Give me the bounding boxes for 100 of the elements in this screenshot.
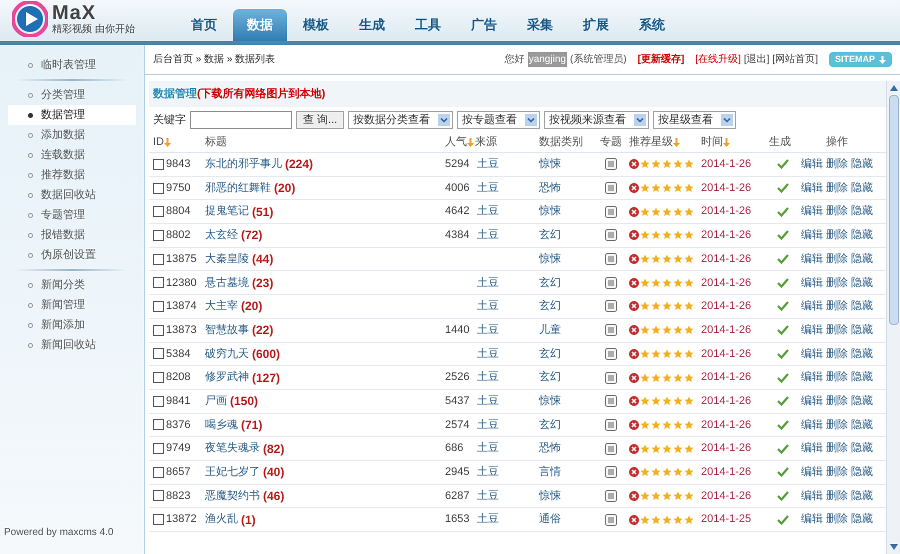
star-rating[interactable] [640, 325, 694, 336]
nav-tab[interactable]: 扩展 [569, 9, 623, 41]
clear-rating-icon[interactable] [629, 183, 639, 194]
row-checkbox[interactable] [153, 348, 164, 360]
action-link[interactable]: 编辑 [801, 369, 823, 386]
document-icon[interactable] [605, 372, 617, 384]
action-link[interactable]: 隐藏 [851, 322, 873, 338]
clear-rating-icon[interactable] [629, 420, 639, 430]
row-checkbox[interactable] [153, 206, 164, 218]
star-rating[interactable] [640, 206, 694, 217]
action-link[interactable]: 编辑 [801, 346, 823, 362]
action-link[interactable]: 隐藏 [851, 440, 873, 457]
source-link[interactable]: 土豆 [477, 394, 499, 407]
action-link[interactable]: 隐藏 [851, 203, 873, 220]
document-icon[interactable] [605, 206, 617, 218]
column-header[interactable]: ID [153, 134, 205, 151]
star-rating[interactable] [640, 159, 694, 170]
action-link[interactable]: 删除 [826, 416, 848, 434]
scroll-thumb[interactable] [888, 95, 898, 325]
title-link[interactable]: 修罗武神 [205, 369, 249, 386]
sidebar-item[interactable]: 推荐数据 [8, 165, 136, 185]
clear-rating-icon[interactable] [629, 490, 639, 501]
action-link[interactable]: 编辑 [801, 227, 823, 244]
column-header[interactable]: 人气 [445, 134, 475, 151]
keyword-field[interactable] [190, 111, 292, 129]
action-link[interactable]: 删除 [826, 322, 848, 338]
star-rating[interactable] [640, 230, 694, 240]
clear-rating-icon[interactable] [629, 372, 639, 383]
row-checkbox[interactable] [153, 254, 164, 265]
document-icon[interactable] [605, 182, 617, 194]
nav-tab[interactable]: 系统 [625, 9, 679, 41]
source-link[interactable]: 土豆 [477, 371, 499, 384]
sidebar-item[interactable]: 伪原创设置 [8, 245, 136, 265]
action-link[interactable]: 删除 [826, 464, 848, 481]
title-link[interactable]: 王妃七岁了 [205, 464, 260, 481]
scroll-down-icon[interactable] [890, 544, 898, 550]
title-link[interactable]: 恶魔契约书 [205, 488, 260, 504]
source-link[interactable]: 土豆 [477, 300, 499, 312]
clear-rating-icon[interactable] [629, 396, 639, 406]
row-checkbox[interactable] [153, 300, 164, 312]
document-icon[interactable] [605, 442, 617, 455]
document-icon[interactable] [605, 395, 617, 408]
document-icon[interactable] [605, 418, 617, 431]
source-link[interactable]: 土豆 [477, 182, 499, 194]
title-link[interactable]: 喝乡魂 [205, 416, 238, 434]
source-link[interactable]: 土豆 [477, 490, 499, 502]
sidebar-item[interactable]: 数据回收站 [8, 185, 136, 205]
star-rating[interactable] [640, 420, 694, 430]
row-checkbox[interactable] [153, 490, 164, 502]
star-rating[interactable] [640, 467, 694, 478]
action-link[interactable]: 删除 [826, 250, 848, 268]
action-link[interactable]: 编辑 [801, 274, 823, 292]
action-link[interactable]: 删除 [826, 440, 848, 457]
sidebar-item[interactable]: 连载数据 [8, 145, 136, 165]
document-icon[interactable] [605, 229, 617, 242]
action-link[interactable]: 删除 [826, 203, 848, 220]
sidebar-item[interactable]: 新闻管理 [8, 295, 136, 315]
sidebar-item[interactable]: 新闻分类 [8, 275, 136, 295]
clear-rating-icon[interactable] [629, 278, 639, 288]
title-link[interactable]: 太玄经 [205, 227, 238, 244]
action-link[interactable]: 删除 [826, 392, 848, 410]
title-link[interactable]: 东北的邪乎事儿 [205, 156, 282, 173]
action-link[interactable]: 隐藏 [851, 369, 873, 386]
star-rating[interactable] [640, 183, 694, 194]
document-icon[interactable] [605, 514, 617, 526]
action-link[interactable]: 隐藏 [851, 346, 873, 362]
action-link[interactable]: 编辑 [801, 416, 823, 434]
header-link[interactable]: [在线升级] [695, 52, 741, 67]
nav-tab[interactable]: 广告 [457, 9, 511, 41]
title-link[interactable]: 邪恶的红舞鞋 [205, 180, 271, 196]
action-link[interactable]: 隐藏 [851, 250, 873, 268]
source-link[interactable]: 土豆 [477, 348, 499, 360]
action-link[interactable]: 编辑 [801, 440, 823, 457]
source-link[interactable]: 土豆 [477, 229, 499, 242]
title-link[interactable]: 大主宰 [205, 298, 238, 315]
row-checkbox[interactable] [153, 324, 164, 336]
source-link[interactable]: 土豆 [477, 442, 499, 454]
action-link[interactable]: 隐藏 [851, 511, 873, 528]
nav-tab[interactable]: 生成 [345, 9, 399, 41]
action-link[interactable]: 编辑 [801, 250, 823, 268]
clear-rating-icon[interactable] [629, 514, 639, 525]
row-checkbox[interactable] [153, 277, 164, 288]
column-header[interactable]: 推荐星级 [629, 134, 701, 151]
clear-rating-icon[interactable] [629, 159, 639, 170]
document-icon[interactable] [605, 158, 617, 170]
star-rating[interactable] [640, 278, 694, 288]
sidebar-item[interactable]: 分类管理 [8, 85, 136, 105]
download-images-link[interactable]: (下载所有网络图片到本地) [197, 86, 326, 102]
row-checkbox[interactable] [153, 230, 164, 241]
scroll-up-icon[interactable] [890, 85, 898, 91]
document-icon[interactable] [605, 253, 617, 266]
title-link[interactable]: 破穷九天 [205, 346, 249, 362]
action-link[interactable]: 编辑 [801, 298, 823, 315]
action-link[interactable]: 隐藏 [851, 392, 873, 410]
row-checkbox[interactable] [153, 182, 164, 194]
clear-rating-icon[interactable] [629, 254, 639, 264]
action-link[interactable]: 删除 [826, 369, 848, 386]
title-link[interactable]: 大秦皇陵 [205, 250, 249, 268]
document-icon[interactable] [605, 348, 617, 360]
row-checkbox[interactable] [153, 514, 164, 526]
